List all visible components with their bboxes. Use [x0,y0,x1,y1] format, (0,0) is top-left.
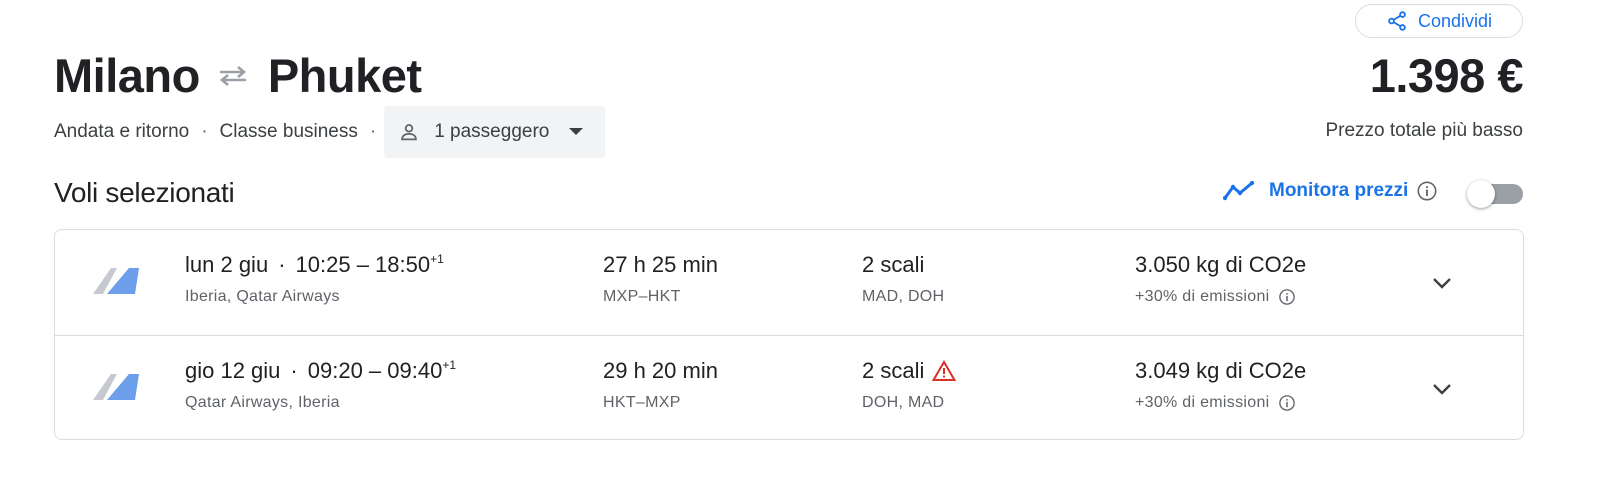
trip-options: Andata e ritorno · Classe business · 1 p… [54,106,606,158]
expand-chevron-icon[interactable] [1427,268,1457,298]
info-icon[interactable] [1278,288,1296,306]
caret-down-icon [569,128,584,136]
emissions-value: 3.049 kg di CO2e [1135,358,1307,383]
flight-stops: 2 scali DOH, MAD [862,358,957,412]
arrival-time: 18:50 [375,252,431,277]
duration: 29 h 20 min [603,358,718,383]
flight-duration: 27 h 25 min MXP–HKT [603,252,718,306]
share-icon [1386,10,1408,32]
passengers-dropdown[interactable]: 1 passeggero [384,106,606,158]
separator-dot: · [369,121,377,142]
flight-date: lun 2 giu [185,252,269,277]
total-price: 1.398 € [1369,49,1524,102]
track-prices-label: Monitora prezzi [1269,180,1409,201]
flight-row-outbound[interactable]: lun 2 giu · 10:25 – 18:50 +1 Iberia, Qat… [55,230,1523,335]
day-offset: +1 [430,252,444,266]
track-prices-link[interactable]: Monitora prezzi [1223,180,1438,202]
stops-count: 2 scali [862,252,925,277]
info-icon[interactable] [1416,180,1438,202]
emissions-delta: +30% di emissioni [1135,394,1270,411]
cabin-class: Classe business [219,121,358,142]
warning-icon [932,360,957,382]
info-icon[interactable] [1278,394,1296,412]
separator-dot: · [201,121,208,142]
emissions-delta: +30% di emissioni [1135,288,1270,305]
emissions-value: 3.050 kg di CO2e [1135,252,1307,277]
flight-date: gio 12 giu [185,358,281,383]
expand-chevron-icon[interactable] [1427,374,1457,404]
airline-logo-icon [91,370,139,407]
duration: 27 h 25 min [603,252,718,277]
stops-count: 2 scali [862,358,925,383]
page-title: Milano Phuket [54,48,422,103]
share-button[interactable]: Condividi [1355,4,1523,38]
departure-time: 10:25 [295,252,351,277]
airlines: Qatar Airways, Iberia [185,394,340,411]
departure-time: 09:20 [307,358,363,383]
flight-times: lun 2 giu · 10:25 – 18:50 +1 Iberia, Qat… [185,252,444,306]
airlines: Iberia, Qatar Airways [185,288,340,305]
share-button-label: Condividi [1417,10,1493,31]
arrival-time: 09:40 [387,358,443,383]
airline-logo-icon [91,264,139,301]
flight-duration: 29 h 20 min HKT–MXP [603,358,718,412]
person-icon [398,121,420,143]
day-offset: +1 [442,358,457,372]
stop-airports: DOH, MAD [862,394,945,411]
route-codes: MXP–HKT [603,288,681,305]
swap-arrows-icon [216,64,250,88]
section-title: Voli selezionati [54,177,235,208]
price-caption: Prezzo totale più basso [1325,120,1523,141]
time-dash: – [362,358,388,383]
stop-airports: MAD, DOH [862,288,945,305]
route-codes: HKT–MXP [603,394,681,411]
flight-emissions: 3.050 kg di CO2e +30% di emissioni [1135,252,1306,306]
origin-city: Milano [54,49,200,102]
destination-city: Phuket [267,49,422,102]
passengers-label: 1 passeggero [434,121,550,142]
flight-row-return[interactable]: gio 12 giu · 09:20 – 09:40 +1 Qatar Airw… [55,335,1523,441]
flight-stops: 2 scali MAD, DOH [862,252,944,306]
trend-line-icon [1223,181,1255,201]
trip-type: Andata e ritorno [54,121,190,142]
flight-times: gio 12 giu · 09:20 – 09:40 +1 Qatar Airw… [185,358,456,412]
selected-flights-list: lun 2 giu · 10:25 – 18:50 +1 Iberia, Qat… [54,229,1524,440]
track-prices-toggle[interactable] [1467,180,1523,208]
separator-dot: · [278,252,286,277]
toggle-knob [1467,180,1495,208]
time-dash: – [350,252,376,277]
flight-emissions: 3.049 kg di CO2e +30% di emissioni [1135,358,1306,412]
separator-dot: · [290,358,298,383]
